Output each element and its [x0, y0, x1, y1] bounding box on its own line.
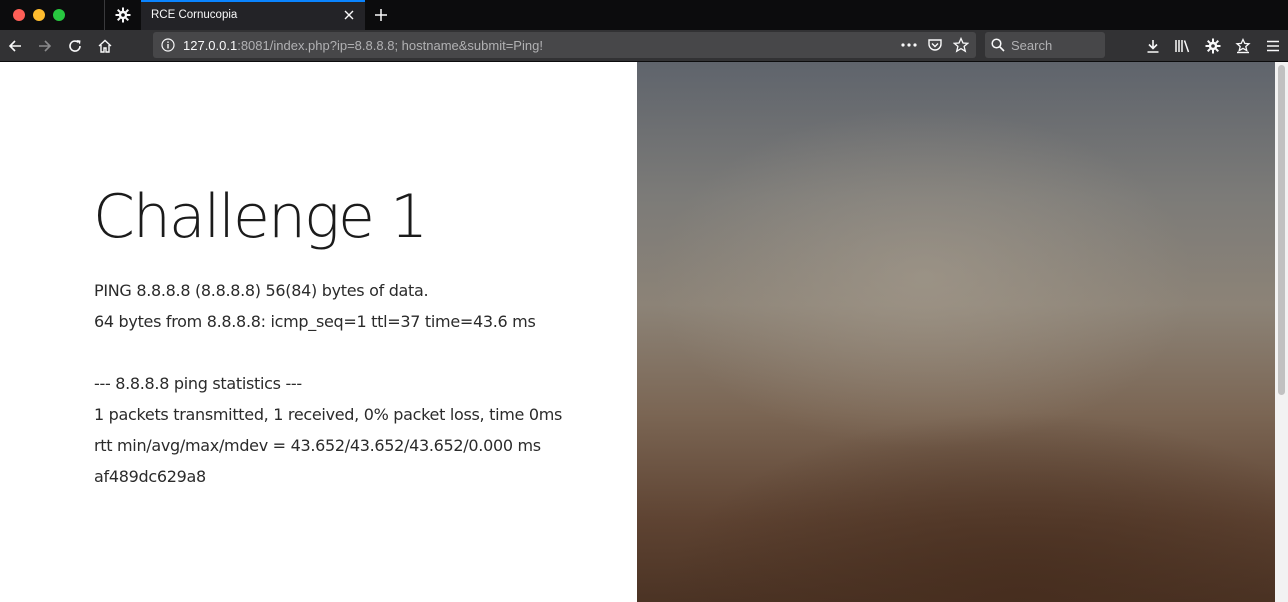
star-icon	[953, 37, 969, 53]
plus-icon	[375, 9, 387, 21]
output-line: --- 8.8.8.8 ping statistics ---	[94, 374, 302, 393]
scrollbar-thumb[interactable]	[1278, 65, 1285, 395]
hamburger-icon	[1267, 40, 1279, 52]
page-content: Challenge 1 PING 8.8.8.8 (8.8.8.8) 56(84…	[0, 62, 1288, 602]
site-info-button[interactable]	[153, 38, 183, 52]
arrow-right-icon	[39, 39, 52, 52]
whats-new-button[interactable]	[1228, 32, 1258, 60]
more-horizontal-icon	[901, 43, 917, 47]
reload-icon	[69, 39, 81, 52]
pocket-icon	[928, 39, 942, 51]
reload-button[interactable]	[60, 32, 90, 60]
page-title: Challenge 1	[93, 182, 428, 252]
output-line: 1 packets transmitted, 1 received, 0% pa…	[94, 405, 563, 424]
close-window-button[interactable]	[13, 9, 25, 21]
arrow-left-icon	[8, 39, 21, 52]
search-bar[interactable]	[985, 32, 1105, 58]
toolbar-right	[1138, 30, 1288, 62]
active-tab[interactable]: RCE Cornucopia	[141, 0, 365, 30]
page-actions-button[interactable]	[898, 34, 920, 56]
nav-bar: 127.0.0.1:8081/index.php?ip=8.8.8.8; hos…	[0, 30, 1288, 62]
library-icon	[1175, 40, 1190, 53]
pocket-button[interactable]	[924, 34, 946, 56]
library-button[interactable]	[1168, 32, 1198, 60]
output-line: rtt min/avg/max/mdev = 43.652/43.652/43.…	[94, 436, 541, 455]
search-icon-wrap	[985, 38, 1011, 52]
zoom-window-button[interactable]	[53, 9, 65, 21]
search-input[interactable]	[1011, 37, 1101, 53]
home-button[interactable]	[90, 32, 120, 60]
url-bar[interactable]: 127.0.0.1:8081/index.php?ip=8.8.8.8; hos…	[153, 32, 976, 58]
hostname-output: af489dc629a8	[94, 467, 206, 486]
search-icon	[991, 38, 1005, 52]
downloads-button[interactable]	[1138, 32, 1168, 60]
forward-button[interactable]	[30, 32, 60, 60]
menu-button[interactable]	[1258, 32, 1288, 60]
extension-button[interactable]	[1198, 32, 1228, 60]
close-icon	[344, 10, 354, 20]
tab-title: RCE Cornucopia	[151, 9, 238, 21]
home-icon	[98, 39, 112, 53]
download-icon	[1147, 40, 1159, 53]
url-rest: :8081/index.php?ip=8.8.8.8; hostname&sub…	[237, 37, 543, 53]
output-line: 64 bytes from 8.8.8.8: icmp_seq=1 ttl=37…	[94, 312, 536, 331]
gear-icon	[115, 7, 131, 23]
background-image	[637, 62, 1275, 602]
new-tab-button[interactable]	[365, 0, 397, 30]
left-pane: Challenge 1 PING 8.8.8.8 (8.8.8.8) 56(84…	[0, 62, 637, 602]
star-badge-icon	[1235, 38, 1251, 54]
back-button[interactable]	[0, 32, 30, 60]
ping-output: PING 8.8.8.8 (8.8.8.8) 56(84) bytes of d…	[94, 275, 614, 492]
tab-close-button[interactable]	[341, 7, 357, 23]
gear-icon	[1205, 38, 1221, 54]
output-line: PING 8.8.8.8 (8.8.8.8) 56(84) bytes of d…	[94, 281, 429, 300]
url-host: 127.0.0.1	[183, 37, 238, 53]
url-actions	[898, 34, 976, 56]
tab-strip: RCE Cornucopia	[0, 0, 1288, 30]
url-text[interactable]: 127.0.0.1:8081/index.php?ip=8.8.8.8; hos…	[183, 38, 898, 53]
info-icon	[161, 38, 175, 52]
output-blank-line	[94, 337, 614, 368]
minimize-window-button[interactable]	[33, 9, 45, 21]
scrollbar[interactable]	[1275, 62, 1288, 602]
bookmark-button[interactable]	[950, 34, 972, 56]
pinned-tab[interactable]	[105, 0, 141, 30]
window-controls	[0, 0, 104, 30]
